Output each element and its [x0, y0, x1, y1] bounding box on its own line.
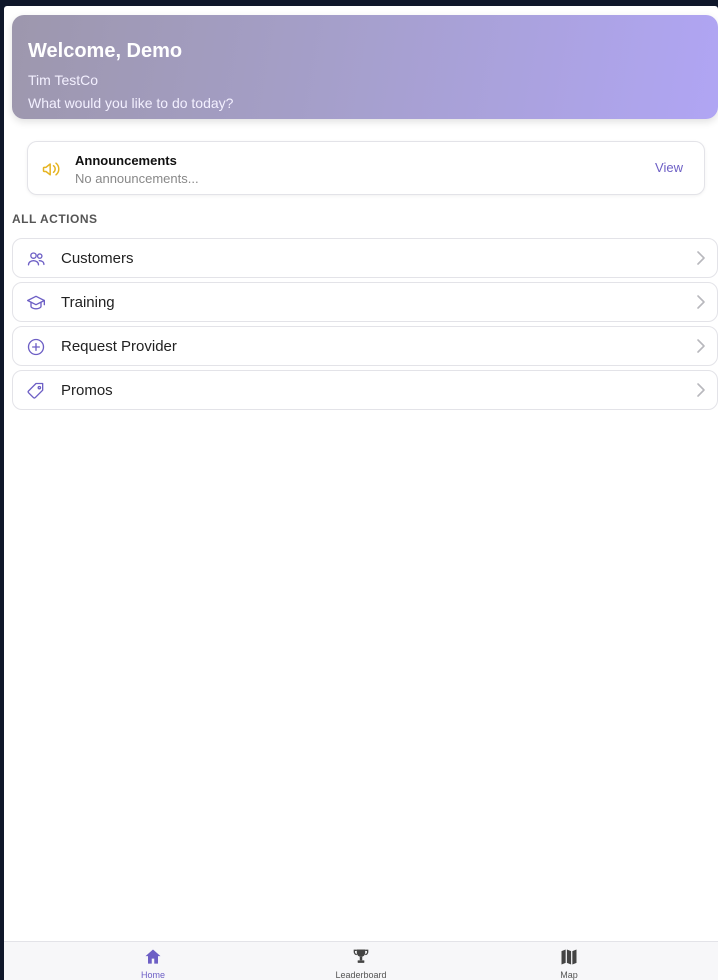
action-label: Training: [61, 294, 115, 311]
action-label: Customers: [61, 250, 134, 267]
company-name: Tim TestCo: [28, 72, 99, 88]
tab-label: Home: [140, 970, 165, 980]
chevron-right-icon: [697, 295, 705, 309]
action-item-customers[interactable]: Customers: [12, 238, 718, 278]
home-icon: [145, 949, 161, 964]
chevron-right-icon: [697, 251, 705, 265]
tab-label: Leaderboard: [335, 970, 387, 980]
tab-home[interactable]: Home: [93, 942, 213, 980]
action-label: Promos: [61, 382, 113, 399]
megaphone-icon: [42, 162, 60, 176]
chevron-right-icon: [697, 383, 705, 397]
plus-circle-icon: [27, 338, 45, 356]
chevron-right-icon: [697, 339, 705, 353]
action-item-promos[interactable]: Promos: [12, 370, 718, 410]
trophy-icon: [353, 949, 369, 963]
section-label-all-actions: ALL ACTIONS: [12, 212, 98, 226]
users-icon: [27, 252, 45, 266]
map-icon: [561, 949, 577, 965]
action-item-training[interactable]: Training: [12, 282, 718, 322]
welcome-prompt: What would you like to do today?: [28, 95, 234, 111]
tab-label: Map: [560, 970, 578, 980]
announcements-view-link[interactable]: View: [655, 160, 683, 175]
tag-icon: [27, 382, 44, 399]
action-label: Request Provider: [61, 338, 177, 355]
tab-leaderboard[interactable]: Leaderboard: [301, 942, 421, 980]
announcements-card[interactable]: Announcements No announcements... View: [27, 141, 705, 195]
welcome-banner: Welcome, Demo Tim TestCo What would you …: [12, 15, 718, 119]
bottom-tab-bar: Home Leaderboard Map: [4, 941, 718, 980]
welcome-title: Welcome, Demo: [28, 40, 183, 62]
action-item-request-provider[interactable]: Request Provider: [12, 326, 718, 366]
announcements-title: Announcements: [75, 153, 177, 168]
app-screen: Welcome, Demo Tim TestCo What would you …: [4, 6, 718, 980]
graduation-cap-icon: [27, 295, 45, 310]
announcements-subtitle: No announcements...: [75, 171, 199, 186]
tab-map[interactable]: Map: [509, 942, 629, 980]
